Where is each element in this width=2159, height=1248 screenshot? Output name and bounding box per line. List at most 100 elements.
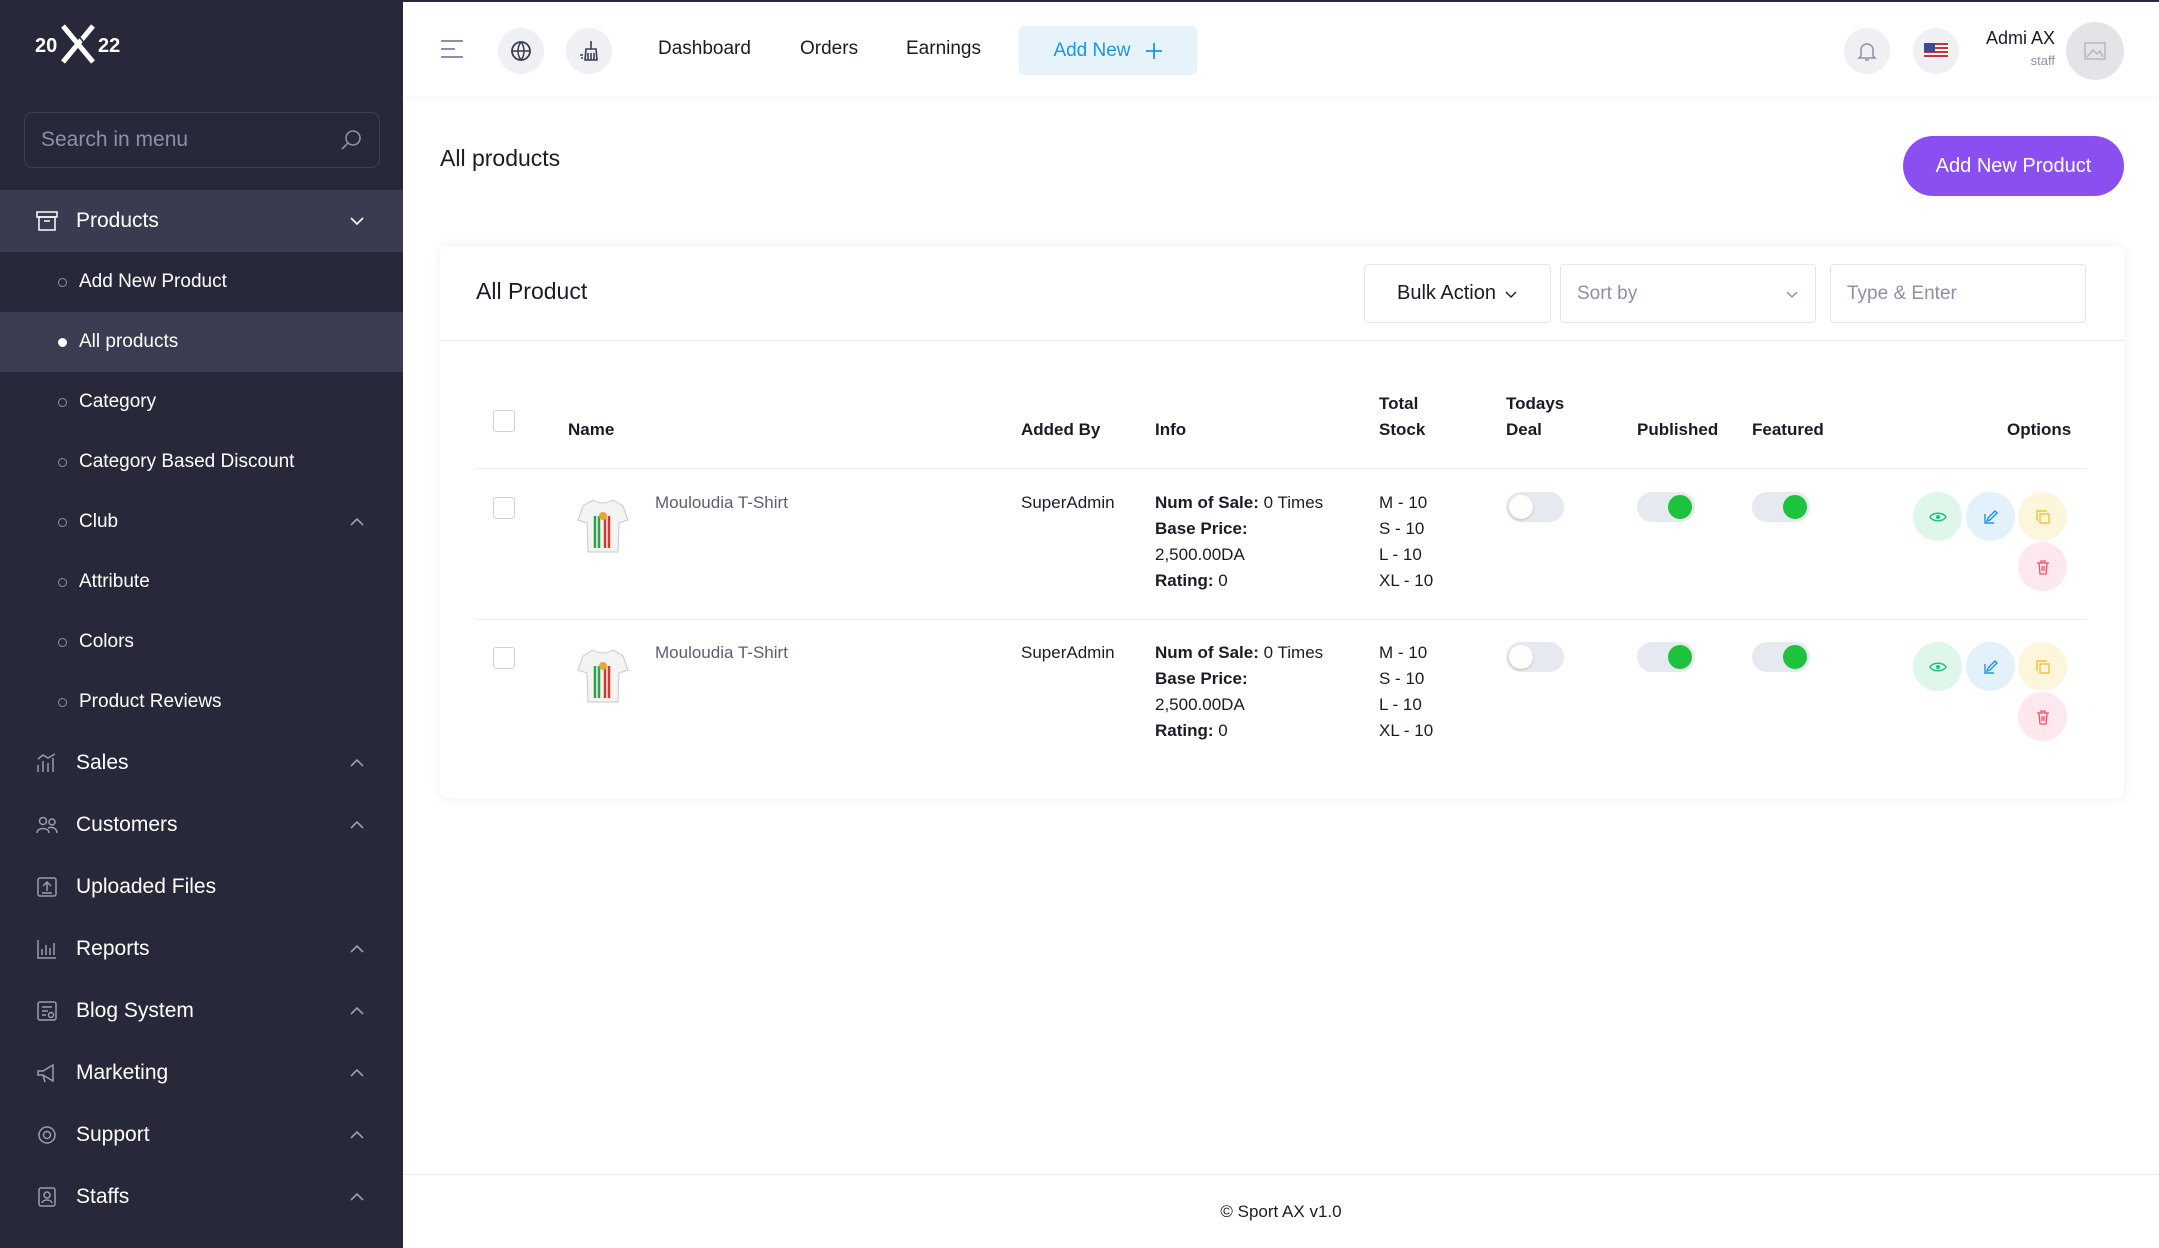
row-checkbox[interactable] xyxy=(493,497,515,519)
row-checkbox[interactable] xyxy=(493,647,515,669)
sidebar-subitem-label: All products xyxy=(79,331,179,352)
svg-text:20: 20 xyxy=(35,35,57,57)
view-button[interactable] xyxy=(1913,492,1962,541)
sidebar-subitem-add-new-product[interactable]: Add New Product xyxy=(0,252,403,312)
sidebar-subitem-all-products[interactable]: All products xyxy=(0,312,403,372)
product-search-placeholder: Type & Enter xyxy=(1847,282,1957,304)
col-added-by: Added By xyxy=(1021,420,1101,439)
chevron-up-icon xyxy=(350,758,364,767)
sidebar-item-customers[interactable]: Customers xyxy=(0,794,403,856)
sidebar-subitem-label: Category Based Discount xyxy=(79,451,295,472)
support-icon xyxy=(34,1122,60,1148)
avatar[interactable] xyxy=(2066,22,2124,80)
sidebar-item-marketing[interactable]: Marketing xyxy=(0,1042,403,1104)
sidebar-item-support[interactable]: Support xyxy=(0,1104,403,1166)
search-icon xyxy=(341,130,361,150)
featured-toggle[interactable] xyxy=(1752,492,1810,522)
us-flag-icon xyxy=(1924,43,1948,59)
col-todays-deal-line2: Deal xyxy=(1506,420,1542,439)
featured-toggle[interactable] xyxy=(1752,642,1810,672)
num-of-sale-label: Num of Sale: xyxy=(1155,493,1259,512)
product-search-input[interactable]: Type & Enter xyxy=(1830,264,2086,323)
eye-icon xyxy=(1928,662,1947,671)
delete-button[interactable] xyxy=(2018,692,2067,741)
sidebar-item-label: Marketing xyxy=(76,1061,169,1084)
toggle-knob xyxy=(1509,645,1533,669)
clear-cache-button[interactable] xyxy=(566,28,612,74)
sidebar-item-uploaded-files[interactable]: Uploaded Files xyxy=(0,856,403,918)
bullet-icon xyxy=(58,637,67,647)
select-all-checkbox[interactable] xyxy=(493,410,515,432)
notifications-button[interactable] xyxy=(1844,28,1890,74)
eye-icon xyxy=(1928,512,1947,521)
sidebar-subitem-category-based-discount[interactable]: Category Based Discount xyxy=(0,432,403,492)
bulk-action-label: Bulk Action xyxy=(1397,282,1496,304)
sidebar-subitem-attribute[interactable]: Attribute xyxy=(0,552,403,612)
nav-dashboard[interactable]: Dashboard xyxy=(658,38,751,60)
globe-icon xyxy=(511,41,531,61)
user-info[interactable]: Admi AX staff xyxy=(1986,28,2055,68)
toggle-knob xyxy=(1668,495,1692,519)
published-toggle[interactable] xyxy=(1637,642,1695,672)
add-new-button[interactable]: Add New xyxy=(1019,26,1197,75)
language-button[interactable] xyxy=(1913,28,1959,74)
delete-button[interactable] xyxy=(2018,542,2067,591)
stock-item: M - 10 xyxy=(1379,493,1428,512)
sidebar-subitem-label: Category xyxy=(79,391,157,412)
view-button[interactable] xyxy=(1913,642,1962,691)
todays-deal-toggle[interactable] xyxy=(1506,492,1564,522)
sidebar-subitem-category[interactable]: Category xyxy=(0,372,403,432)
user-role: staff xyxy=(2030,53,2055,68)
nav-earnings[interactable]: Earnings xyxy=(906,38,981,60)
duplicate-button[interactable] xyxy=(2018,492,2067,541)
toggle-knob xyxy=(1668,645,1692,669)
added-by: SuperAdmin xyxy=(1021,643,1115,662)
customers-icon xyxy=(34,812,60,838)
sidebar-subitem-club[interactable]: Club xyxy=(0,492,403,552)
bulk-action-dropdown[interactable]: Bulk Action xyxy=(1364,264,1551,323)
product-thumbnail[interactable] xyxy=(575,644,631,706)
sidebar-subitem-product-reviews[interactable]: Product Reviews xyxy=(0,672,403,732)
header-divider xyxy=(476,468,2086,469)
sidebar-item-reports[interactable]: Reports xyxy=(0,918,403,980)
copy-icon xyxy=(2035,659,2050,674)
sidebar-item-products[interactable]: Products xyxy=(0,190,403,252)
edit-button[interactable] xyxy=(1966,492,2015,541)
bullet-icon xyxy=(58,277,67,287)
menu-search-input[interactable]: Search in menu xyxy=(24,112,380,168)
row-divider xyxy=(476,619,2086,620)
chevron-up-icon xyxy=(350,1006,364,1015)
product-name[interactable]: Mouloudia T-Shirt xyxy=(655,640,788,666)
product-name[interactable]: Mouloudia T-Shirt xyxy=(655,490,788,516)
product-thumbnail[interactable] xyxy=(575,494,631,556)
sidebar-subitem-label: Club xyxy=(79,511,119,532)
add-new-product-button[interactable]: Add New Product xyxy=(1903,136,2124,196)
bullet-icon xyxy=(58,457,67,467)
chevron-up-icon xyxy=(350,1068,364,1077)
edit-button[interactable] xyxy=(1966,642,2015,691)
rating-label: Rating: xyxy=(1155,721,1214,740)
page-title: All products xyxy=(440,145,561,171)
copy-icon xyxy=(2035,509,2050,524)
col-featured: Featured xyxy=(1752,420,1824,439)
sidebar-item-staffs[interactable]: Staffs xyxy=(0,1166,403,1228)
bullet-icon xyxy=(58,397,67,407)
nav-orders[interactable]: Orders xyxy=(800,38,858,60)
chevron-down-icon xyxy=(1505,291,1517,298)
sidebar-item-blog-system[interactable]: Blog System xyxy=(0,980,403,1042)
sales-icon xyxy=(34,750,60,776)
website-button[interactable] xyxy=(498,28,544,74)
sidebar-subitem-colors[interactable]: Colors xyxy=(0,612,403,672)
menu-toggle-icon[interactable] xyxy=(439,36,465,62)
sort-by-placeholder: Sort by xyxy=(1577,282,1638,304)
published-toggle[interactable] xyxy=(1637,492,1695,522)
todays-deal-toggle[interactable] xyxy=(1506,642,1564,672)
card-title: All Product xyxy=(476,278,588,304)
sort-by-select[interactable]: Sort by xyxy=(1560,264,1816,323)
bell-icon xyxy=(1857,43,1877,61)
card-header: All Product Bulk Action Sort by Type & E… xyxy=(440,246,2124,341)
sidebar-item-sales[interactable]: Sales xyxy=(0,732,403,794)
duplicate-button[interactable] xyxy=(2018,642,2067,691)
brand-logo[interactable]: 20 22 xyxy=(35,18,135,70)
base-price-label: Base Price: xyxy=(1155,519,1248,538)
